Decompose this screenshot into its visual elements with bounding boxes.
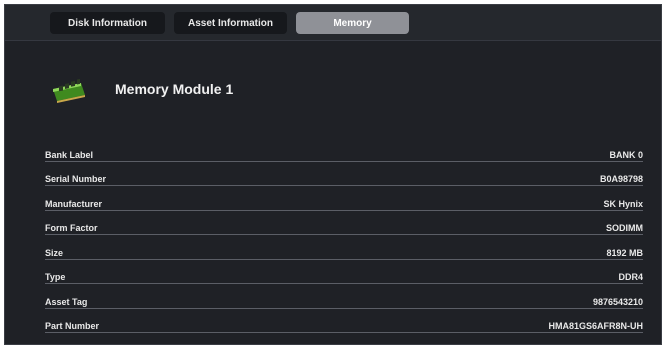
- property-label: Asset Tag: [45, 296, 88, 307]
- memory-module-icon: [53, 79, 85, 103]
- tab-bar: Disk Information Asset Information Memor…: [5, 5, 661, 41]
- property-row-type: Type DDR4: [45, 260, 643, 284]
- property-row-form-factor: Form Factor SODIMM: [45, 211, 643, 235]
- property-value: 9876543210: [592, 296, 643, 307]
- property-label: Bank Label: [45, 149, 94, 160]
- properties-list: Bank Label BANK 0 Serial Number B0A98798…: [45, 137, 643, 333]
- property-value: SODIMM: [606, 223, 643, 233]
- property-value: DDR4: [618, 272, 643, 282]
- property-label: Manufacturer: [45, 198, 103, 209]
- property-row-bank-label: Bank Label BANK 0: [45, 137, 643, 162]
- property-row-asset-tag: Asset Tag 9876543210: [45, 284, 643, 309]
- property-row-part-number: Part Number HMA81GS6AFR8N-UH: [45, 309, 643, 333]
- property-row-size: Size 8192 MB: [45, 235, 643, 260]
- property-value: 8192 MB: [606, 247, 643, 258]
- tab-asset-information[interactable]: Asset Information: [174, 12, 287, 34]
- tab-disk-information[interactable]: Disk Information: [50, 12, 165, 34]
- tab-memory[interactable]: Memory: [296, 12, 409, 34]
- property-value: SK Hynix: [603, 198, 643, 209]
- property-value: HMA81GS6AFR8N-UH: [548, 321, 643, 331]
- property-label: Type: [45, 272, 66, 282]
- property-label: Part Number: [45, 321, 100, 331]
- property-label: Form Factor: [45, 223, 98, 233]
- memory-window: Disk Information Asset Information Memor…: [4, 4, 662, 345]
- property-label: Size: [45, 247, 64, 258]
- property-value: B0A98798: [599, 174, 643, 184]
- property-label: Serial Number: [45, 174, 107, 184]
- property-value: BANK 0: [609, 149, 643, 160]
- module-title: Memory Module 1: [115, 81, 234, 97]
- property-row-serial-number: Serial Number B0A98798: [45, 162, 643, 186]
- property-row-manufacturer: Manufacturer SK Hynix: [45, 186, 643, 211]
